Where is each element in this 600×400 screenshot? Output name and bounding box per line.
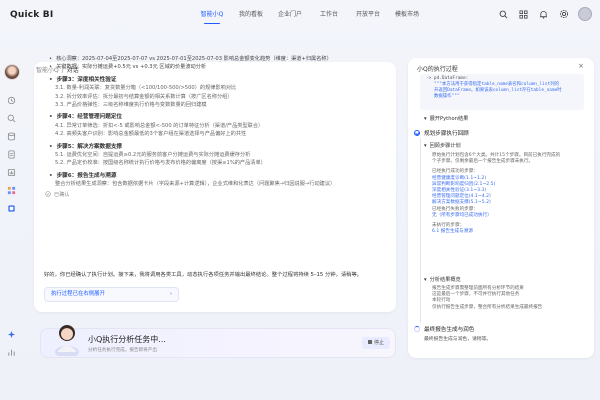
data-icon[interactable]	[7, 132, 17, 142]
plan-substep: 4.1. 异常订单筛选：折扣<-5 或影响总金额<-500 的订单特征分析（渠道…	[55, 122, 264, 129]
plan-substep: 3.1. 数量-利润关联：复货数量分箱（<100/100-500/>500）的规…	[55, 85, 237, 92]
stop-icon	[367, 340, 372, 344]
loading-spinner-icon	[414, 326, 420, 332]
result-text: 报告生成步骤需整理前面所有分析环节的结果 这是最后一个步骤，不可并行执行其他任务…	[432, 286, 542, 311]
task-status-subtitle: 分析任务执行完成，报告即将产出	[88, 348, 157, 353]
plan-bullet: 核心洞察：2025-07-04至2025-07-07 vs 2025-07-01…	[45, 55, 390, 63]
review-text: 原始执行计划包含6个大类。共计15个步骤。目前已执行完成的 个子步骤。仅剩余最后…	[432, 153, 560, 235]
top-navigation-bar: Quick BI 智能小Q 我的看板 企业门户 工作台 开放平台 模板市场	[0, 0, 600, 30]
gear-icon[interactable]	[558, 9, 569, 20]
plan-step-title: 步骤5：解决方案数据支撑	[45, 143, 390, 151]
code-line: 数据操作"""	[434, 94, 460, 99]
template-icon[interactable]	[7, 204, 17, 214]
nav-item[interactable]: 我的看板	[233, 0, 269, 30]
nav-item[interactable]: 工作台	[311, 0, 347, 30]
code-snippet: -> pd.DataFrame: """本方法用于获得指定table_name表…	[420, 74, 584, 110]
execution-panel-title: 小Q的执行过程	[417, 66, 458, 73]
plan-bullet: 关键数据：实际分摊运费+0.5元 vs +0.3元 区域的价量波动分析	[45, 63, 390, 71]
assistant-summary: 好的，你已经确认了执行计划。接下来，我将调用各类工具，动态执行各项任务并输出最终…	[44, 272, 363, 278]
chevron-down-icon: ▾	[424, 142, 427, 149]
chevron-right-icon: ›	[169, 291, 172, 297]
nav-item[interactable]: 开放平台	[350, 0, 386, 30]
subsection-review-plan[interactable]: ▾ 回顾步骤计划	[424, 142, 461, 150]
check-circle-icon	[414, 130, 420, 136]
document-icon[interactable]	[7, 150, 17, 160]
execution-process-link[interactable]: 执行过程已在右侧展开 ›	[44, 287, 179, 302]
search-icon[interactable]	[7, 114, 17, 124]
subsection-result-title: 分析结果概览	[429, 277, 461, 283]
check-circle-icon	[45, 190, 51, 200]
stop-label: 停止	[373, 340, 384, 346]
apps-icon[interactable]	[7, 186, 17, 196]
subsection-review-title: 回顾步骤计划	[429, 143, 461, 149]
grid-apps-icon[interactable]	[518, 9, 529, 20]
chevron-down-icon: ▾	[424, 276, 427, 283]
assistant-avatar[interactable]	[4, 64, 20, 80]
chat-history-icon[interactable]	[7, 96, 17, 106]
confirm-status: 已确认	[45, 190, 390, 200]
section-plan-review[interactable]: 规划步骤执行回顾	[414, 129, 469, 137]
app-logo[interactable]: Quick BI	[10, 10, 53, 20]
assistant-illustration	[52, 318, 82, 358]
plan-content: 核心洞察：2025-07-04至2025-07-07 vs 2025-07-01…	[45, 43, 390, 200]
plan-substep: 3.2. 拆分效率评估：拆分最初与结算金额的相关系数计算（按广区名称分组）	[55, 93, 233, 100]
expand-python-result[interactable]: ▾ 展开Python结果	[424, 115, 469, 123]
stop-button[interactable]: 停止	[362, 337, 390, 349]
top-right-toolbar	[498, 7, 592, 21]
timeline-line	[420, 138, 421, 323]
nav-item[interactable]: 模板市场	[389, 0, 425, 30]
task-status-title: 小Q执行分析任务中...	[88, 335, 166, 344]
plan-step-title: 步骤4：经营管理问题定位	[45, 113, 390, 121]
search-icon[interactable]	[498, 9, 509, 20]
nav-item[interactable]: 企业门户	[272, 0, 308, 30]
section-final-report[interactable]: 最终报告生成与润色	[414, 325, 474, 333]
close-icon[interactable]: ×	[578, 62, 584, 70]
bell-icon[interactable]	[538, 9, 549, 20]
section-plan-review-title: 规划步骤执行回顾	[424, 131, 469, 137]
section-final-report-title: 最终报告生成与润色	[424, 327, 475, 333]
nav-item[interactable]: 智能小Q	[194, 0, 230, 30]
subsection-result-overview[interactable]: ▾ 分析结果概览	[424, 276, 461, 284]
user-avatar[interactable]	[578, 7, 592, 21]
plan-step-title: 步骤6：报告生成与溯源	[45, 172, 390, 180]
chevron-down-icon: ▾	[424, 115, 427, 122]
plan-step-title: 步骤3：深度相关性验证	[45, 76, 390, 84]
execution-link-label: 执行过程已在右侧展开	[51, 291, 105, 297]
final-report-status: 最终报告生成与润色，请稍等。	[424, 337, 492, 342]
plan-substep: 5.2. 产品定价校准：按国级名称统计执行价格与发布价格的偏离度（按渠≥1%的产…	[55, 160, 266, 167]
analytics-icon[interactable]	[7, 348, 17, 358]
plan-substep: 4.2. 高频失客户识别：影响总金额最低的3个客户组在渠道选择与产品偏好上的共性	[55, 131, 247, 138]
report-icon[interactable]	[7, 168, 17, 178]
plan-substep: 5.1. 运费优化空间：自提运费≥0.2元的服务前客户分摊运费与实际分摊运费缓存…	[55, 152, 251, 159]
main-nav: 智能小Q 我的看板 企业门户 工作台 开放平台 模板市场	[194, 0, 428, 30]
plan-substep: 3.3. 产品价格弹性：三级名称维度执行价格与变数数量的回归建模	[55, 102, 207, 109]
sparkle-icon[interactable]	[7, 330, 17, 340]
plan-substep: 整合分析结果生成洞察：包含数据依据卡片（字段来源+计算逻辑），企业式维和化表达（…	[55, 181, 336, 188]
confirm-label: 已确认	[54, 192, 70, 199]
python-result-label: 展开Python结果	[429, 116, 469, 122]
result-line: 仅执行报告生成步骤，整合所有分析结果生成最终报告	[432, 304, 543, 310]
pending-item: 6.1 报告生成与溯源	[432, 229, 473, 235]
